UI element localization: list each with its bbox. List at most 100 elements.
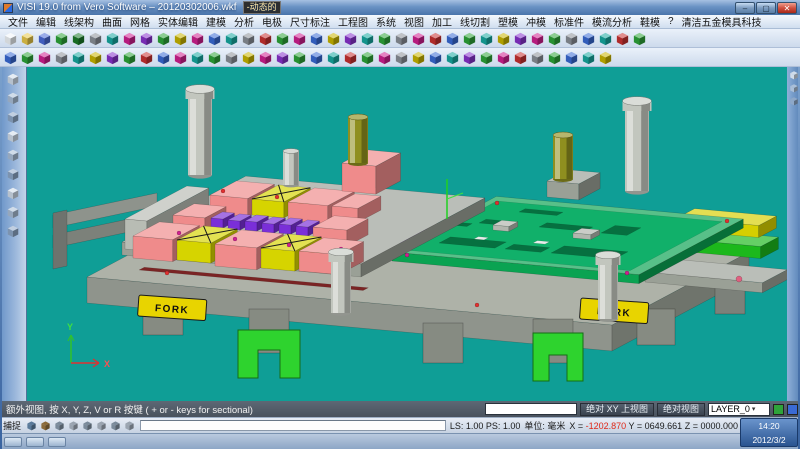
menu-item[interactable]: 尺寸标注 xyxy=(286,14,334,29)
solid-cube-icon[interactable] xyxy=(189,30,206,47)
menu-item[interactable]: 工程图 xyxy=(334,14,372,29)
screw[interactable] xyxy=(165,271,169,275)
menu-item[interactable]: 模流分析 xyxy=(588,14,636,29)
solid-cube-icon[interactable] xyxy=(87,49,104,66)
solid-cube-icon[interactable] xyxy=(478,49,495,66)
menu-item[interactable]: 塑模 xyxy=(494,14,522,29)
spring-cylinder[interactable] xyxy=(553,132,573,182)
solid-cube-icon[interactable] xyxy=(172,49,189,66)
solid-cube-icon[interactable] xyxy=(2,49,19,66)
screw[interactable] xyxy=(625,271,629,275)
guide-pillar[interactable] xyxy=(186,85,215,179)
taskbar-item[interactable] xyxy=(4,437,22,447)
menu-item[interactable]: 网格 xyxy=(126,14,154,29)
solid-cube-icon[interactable] xyxy=(597,49,614,66)
solid-cube-icon[interactable] xyxy=(529,30,546,47)
menu-item[interactable]: 鞋模 xyxy=(636,14,664,29)
solid-cube-icon[interactable] xyxy=(444,49,461,66)
solid-cube-icon[interactable] xyxy=(325,30,342,47)
lift-fork[interactable] xyxy=(238,330,300,378)
solid-cube-icon[interactable] xyxy=(274,30,291,47)
rail-end-cap[interactable] xyxy=(53,210,67,269)
solid-cube-icon[interactable] xyxy=(495,30,512,47)
message-field[interactable] xyxy=(140,420,446,431)
menu-item[interactable]: ? xyxy=(664,16,678,27)
solid-cube-icon[interactable] xyxy=(189,49,206,66)
solid-cube-icon[interactable] xyxy=(410,30,427,47)
screw[interactable] xyxy=(233,237,237,241)
taskbar-item[interactable] xyxy=(48,437,66,447)
guide-pillar[interactable] xyxy=(623,97,652,195)
solid-cube-icon[interactable] xyxy=(308,49,325,66)
snap-mode-icon[interactable] xyxy=(123,419,136,432)
solid-cube-icon[interactable] xyxy=(563,30,580,47)
maximize-button[interactable]: ▢ xyxy=(756,2,776,14)
menu-item[interactable]: 编辑 xyxy=(32,14,60,29)
menu-item[interactable]: 线架构 xyxy=(60,14,98,29)
solid-cube-icon[interactable] xyxy=(614,30,631,47)
solid-cube-icon[interactable] xyxy=(427,49,444,66)
viewport-3d-scene[interactable]: FORKFORKYX xyxy=(27,67,787,401)
snap-mode-icon[interactable] xyxy=(53,419,66,432)
clock[interactable]: 14:20 2012/3/2 xyxy=(740,418,798,447)
new-doc-icon[interactable] xyxy=(2,30,19,47)
close-button[interactable]: ✕ xyxy=(777,2,797,14)
solid-cube-icon[interactable] xyxy=(240,30,257,47)
solid-cube-icon[interactable] xyxy=(308,30,325,47)
solid-cube-icon[interactable] xyxy=(138,49,155,66)
screw[interactable] xyxy=(177,231,181,235)
solid-cube-icon[interactable] xyxy=(70,30,87,47)
menu-item[interactable]: 分析 xyxy=(230,14,258,29)
solid-cube-icon[interactable] xyxy=(495,49,512,66)
view-tool-icon[interactable] xyxy=(5,108,22,125)
solid-cube-icon[interactable] xyxy=(529,49,546,66)
solid-cube-icon[interactable] xyxy=(257,30,274,47)
solid-cube-icon[interactable] xyxy=(36,49,53,66)
snap-mode-icon[interactable] xyxy=(109,419,122,432)
leg[interactable] xyxy=(423,323,463,363)
solid-cube-icon[interactable] xyxy=(342,49,359,66)
spring-cylinder[interactable] xyxy=(348,114,368,166)
solid-cube-icon[interactable] xyxy=(87,30,104,47)
solid-cube-icon[interactable] xyxy=(291,30,308,47)
solid-cube-icon[interactable] xyxy=(342,30,359,47)
solid-cube-icon[interactable] xyxy=(393,30,410,47)
screw[interactable] xyxy=(405,253,409,257)
command-input[interactable] xyxy=(485,403,577,415)
layer-color-swatch[interactable] xyxy=(773,404,784,415)
screw[interactable] xyxy=(725,219,729,223)
screw[interactable] xyxy=(475,303,479,307)
solid-cube-icon[interactable] xyxy=(393,49,410,66)
view-triad[interactable]: YX xyxy=(67,322,110,369)
guide-pillar[interactable] xyxy=(596,251,621,322)
fork-plate[interactable]: FORK xyxy=(138,295,207,321)
solid-cube-icon[interactable] xyxy=(512,49,529,66)
solid-cube-icon[interactable] xyxy=(104,49,121,66)
view-tool-icon[interactable] xyxy=(5,165,22,182)
solid-cube-icon[interactable] xyxy=(461,30,478,47)
solid-cube-icon[interactable] xyxy=(376,30,393,47)
taskbar-item[interactable] xyxy=(26,437,44,447)
view-tool-icon[interactable] xyxy=(5,89,22,106)
solid-cube-icon[interactable] xyxy=(631,30,648,47)
solid-cube-icon[interactable] xyxy=(274,49,291,66)
menu-item[interactable]: 建模 xyxy=(202,14,230,29)
solid-cube-icon[interactable] xyxy=(512,30,529,47)
solid-cube-icon[interactable] xyxy=(70,49,87,66)
solid-cube-icon[interactable] xyxy=(155,30,172,47)
solid-cube-icon[interactable] xyxy=(563,49,580,66)
solid-cube-icon[interactable] xyxy=(257,49,274,66)
screw[interactable] xyxy=(736,276,742,282)
solid-cube-icon[interactable] xyxy=(359,49,376,66)
solid-cube-icon[interactable] xyxy=(155,49,172,66)
solid-cube-icon[interactable] xyxy=(546,30,563,47)
menu-item[interactable]: 曲面 xyxy=(98,14,126,29)
menu-item[interactable]: 系统 xyxy=(372,14,400,29)
solid-cube-icon[interactable] xyxy=(291,49,308,66)
solid-cube-icon[interactable] xyxy=(580,49,597,66)
solid-cube-icon[interactable] xyxy=(359,30,376,47)
menu-item[interactable]: 标准件 xyxy=(550,14,588,29)
menu-item[interactable]: 线切割 xyxy=(456,14,494,29)
save-icon[interactable] xyxy=(36,30,53,47)
solid-cube-icon[interactable] xyxy=(104,30,121,47)
